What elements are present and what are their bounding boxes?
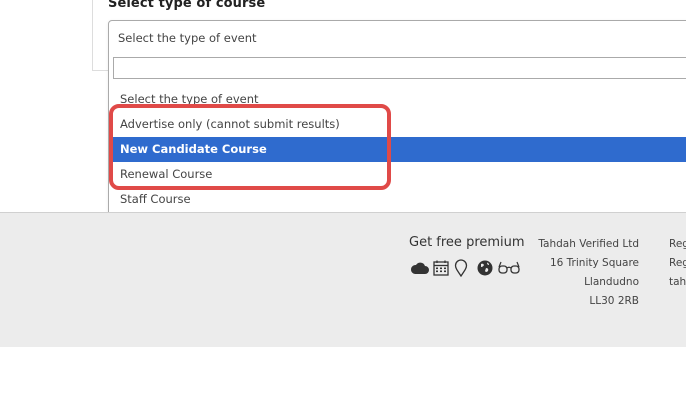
premium-label[interactable]: Get free premium <box>409 235 525 250</box>
address-line-1: 16 Trinity Square <box>549 257 639 269</box>
footer: Get free premium Tahdah Verified Ltd 16 … <box>0 212 686 347</box>
reg-line-2: Reg <box>669 257 686 269</box>
dropdown-selected-value[interactable]: Select the type of event <box>118 31 257 45</box>
option-select-type[interactable]: Select the type of event <box>109 87 686 112</box>
option-new-candidate-course[interactable]: New Candidate Course <box>109 137 686 162</box>
company-name: Tahdah Verified Ltd <box>538 238 639 250</box>
registration-info: Reg Reg tah <box>669 235 686 292</box>
map-pin-icon[interactable] <box>454 259 472 278</box>
premium-icons <box>410 259 520 278</box>
company-address: Tahdah Verified Ltd 16 Trinity Square Ll… <box>538 235 639 311</box>
dropdown-options-list: Select the type of event Advertise only … <box>109 87 686 212</box>
cloud-icon[interactable] <box>410 259 429 277</box>
glasses-icon[interactable] <box>498 259 520 277</box>
globe-icon[interactable] <box>476 259 494 277</box>
option-renewal-course[interactable]: Renewal Course <box>109 162 686 187</box>
reg-line-1: Reg <box>669 238 686 250</box>
option-advertise-only[interactable]: Advertise only (cannot submit results) <box>109 112 686 137</box>
page-content: Select type of course Select the type of… <box>0 0 686 217</box>
section-title: Select type of course <box>108 0 266 11</box>
address-city: Llandudno <box>584 276 639 288</box>
option-staff-course[interactable]: Staff Course <box>109 187 686 212</box>
reg-line-3: tah <box>669 276 686 288</box>
course-type-dropdown[interactable]: Select the type of event Select the type… <box>108 20 686 217</box>
dropdown-search-input[interactable] <box>113 57 686 79</box>
address-postcode: LL30 2RB <box>589 295 639 307</box>
calendar-icon[interactable] <box>432 259 450 277</box>
